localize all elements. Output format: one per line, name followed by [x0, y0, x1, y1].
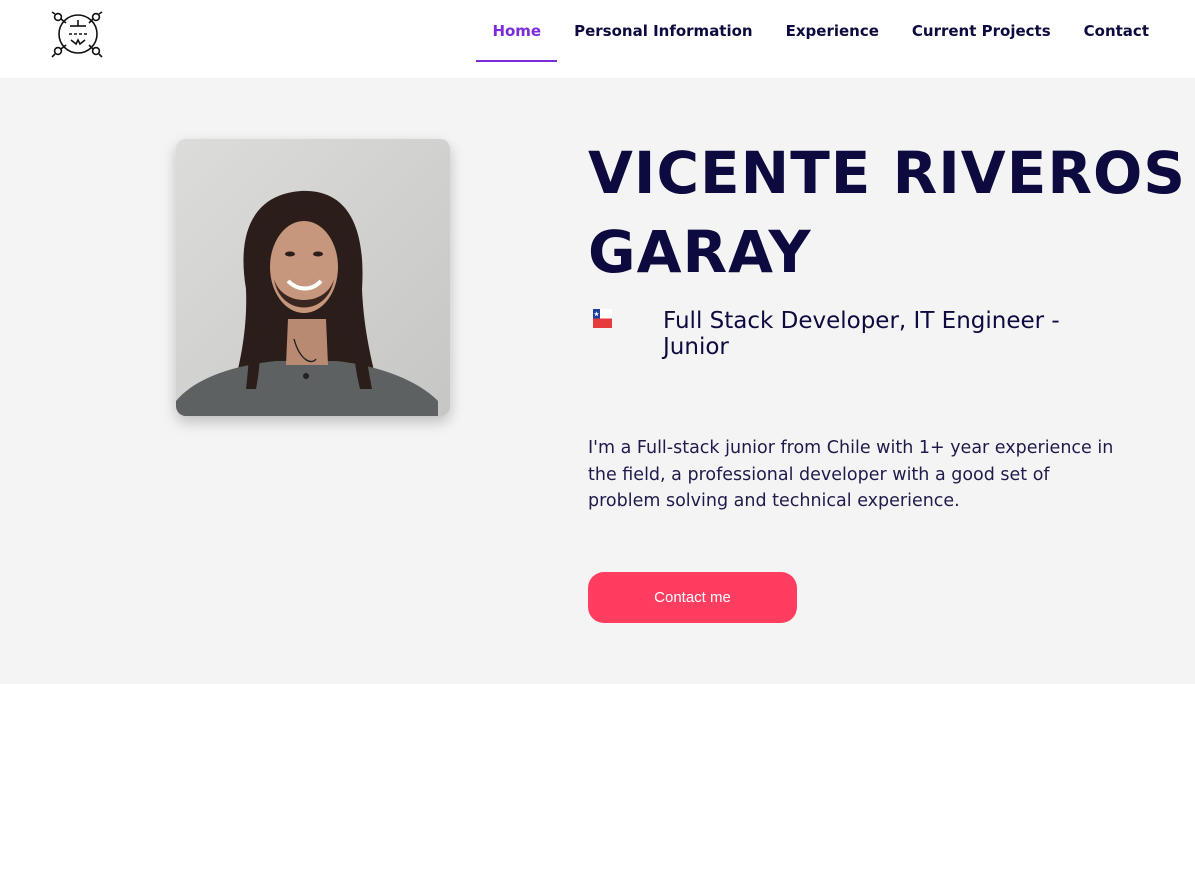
hero-section: VICENTE RIVEROS GARAY Full Stack Develop… — [0, 78, 1195, 684]
main-nav: Home Personal Information Experience Cur… — [475, 0, 1165, 78]
site-header: Home Personal Information Experience Cur… — [0, 0, 1195, 78]
contact-me-button[interactable]: Contact me — [588, 572, 797, 623]
chile-flag-icon — [593, 309, 612, 328]
hero-name: VICENTE RIVEROS GARAY — [588, 139, 1187, 286]
profile-photo — [176, 139, 450, 416]
nav-home[interactable]: Home — [476, 0, 557, 62]
nav-experience[interactable]: Experience — [770, 0, 895, 62]
nav-current-projects[interactable]: Current Projects — [896, 0, 1067, 62]
hero-role: Full Stack Developer, IT Engineer - Juni… — [663, 308, 1060, 360]
hero-bio: I'm a Full-stack junior from Chile with … — [588, 438, 1114, 511]
nav-personal-information[interactable]: Personal Information — [558, 0, 769, 62]
nav-contact[interactable]: Contact — [1068, 0, 1165, 62]
logo-icon[interactable] — [49, 7, 107, 61]
